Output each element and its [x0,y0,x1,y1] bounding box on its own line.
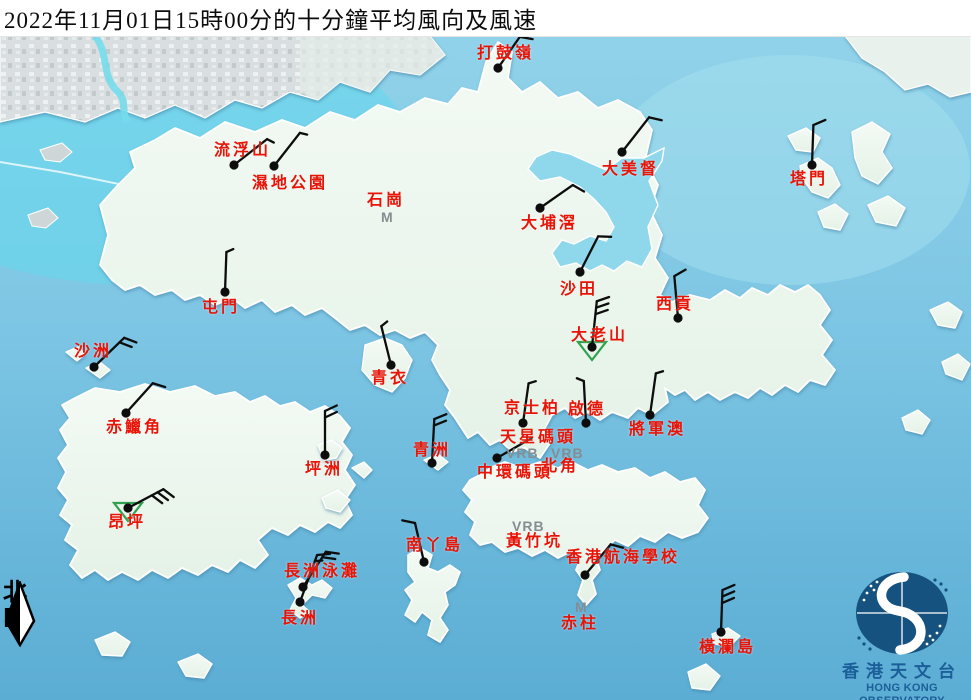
wind-map: 打鼓嶺流浮山濕地公園石崗M大埔滘大美督塔門沙田西貢大老山屯門沙洲青衣京士柏啟德將… [0,0,971,700]
hko-logo: 香港天文台 HONG KONG OBSERVATORY [833,566,971,700]
station-layer: 打鼓嶺流浮山濕地公園石崗M大埔滘大美督塔門沙田西貢大老山屯門沙洲青衣京士柏啟德將… [0,0,971,700]
map-title-bar: 2022年11月01日15時00分的十分鐘平均風向及風速 [0,0,971,37]
station-label: 昂坪 [108,515,146,531]
station-label: 將軍澳 [629,422,686,438]
station-label: 京士柏 [504,401,561,417]
station-annotation: M [575,600,588,614]
hko-logo-icon [847,566,957,662]
station-label: 啟德 [568,402,606,418]
station-label: 長洲 [281,611,319,627]
station-label: 青衣 [371,371,409,387]
station-annotation: VRB [551,446,584,460]
station-label: 黃竹坑 [506,534,563,550]
station-label: 流浮山 [214,143,271,159]
station-annotation: M [381,210,394,224]
compass-north: 北 N [3,581,43,630]
north-arrow-icon [3,581,37,647]
station-label: 青洲 [413,443,451,459]
station-label: 香港航海學校 [566,550,680,566]
station-label: 赤鱲角 [106,420,163,436]
station-label: 西貢 [656,297,694,313]
station-annotation: VRB [506,446,539,460]
station-label: 石崗 [367,193,405,209]
station-label: 大老山 [571,328,628,344]
map-title: 2022年11月01日15時00分的十分鐘平均風向及風速 [0,1,537,35]
station-label: 中環碼頭 [477,465,553,481]
station-label: 塔門 [790,172,828,188]
station-label: 長洲泳灘 [284,564,360,580]
hko-logo-zh: 香港天文台 [833,663,971,682]
station-label: 屯門 [202,300,240,316]
station-annotation: VRB [512,519,545,533]
station-label: 濕地公園 [252,176,328,192]
station-label: 南丫島 [406,538,463,554]
station-label: 大埔滘 [521,216,578,232]
station-label: 沙田 [560,282,598,298]
station-label: 沙洲 [74,344,112,360]
station-label: 赤柱 [561,616,599,632]
hko-logo-en: HONG KONG OBSERVATORY [833,682,971,700]
station-label: 橫瀾島 [699,640,756,656]
station-label: 大美督 [602,162,659,178]
station-label: 坪洲 [305,462,343,478]
station-label: 打鼓嶺 [477,46,534,62]
station-label: 天星碼頭 [500,430,576,446]
